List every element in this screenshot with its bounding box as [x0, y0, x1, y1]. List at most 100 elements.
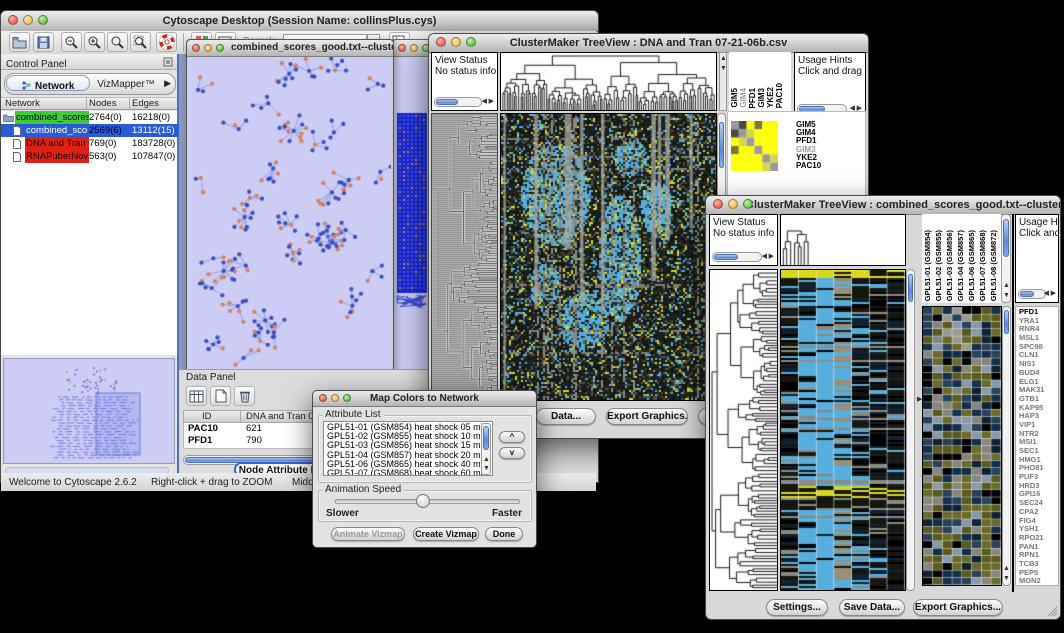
- close-icon[interactable]: [713, 199, 723, 209]
- tv2-status-scroll-thumb[interactable]: [714, 254, 738, 260]
- tv2-status-scrollbar[interactable]: [712, 252, 762, 262]
- tv2-zoom-vscrollbar[interactable]: ▲ ▼: [1002, 306, 1011, 586]
- treeview1-titlebar[interactable]: ClusterMaker TreeView : DNA and Tran 07-…: [429, 34, 868, 53]
- tv1-export-graphics-button[interactable]: Export Graphics...: [606, 408, 688, 425]
- tv2-collabel-vscroll-thumb[interactable]: [1003, 219, 1009, 257]
- zoom-out-button[interactable]: [61, 32, 82, 52]
- attribute-listbox[interactable]: GPL51-01 (GSM854) heat shock 05 minGPL51…: [323, 421, 493, 476]
- done-button[interactable]: Done: [485, 527, 523, 541]
- float-panel-icon[interactable]: [163, 57, 173, 67]
- attribute-list-vscrollbar[interactable]: ▲ ▼: [481, 423, 491, 475]
- delete-attribute-button[interactable]: [234, 386, 255, 406]
- tv2-column-dendrogram-canvas[interactable]: [781, 215, 905, 265]
- tab-network[interactable]: Network: [6, 75, 90, 91]
- zoom-window-icon[interactable]: [38, 15, 48, 25]
- tv1-splitter-strip[interactable]: ▲ ▼: [719, 52, 727, 111]
- tv1-status-scrollbar[interactable]: [434, 97, 482, 107]
- minimize-icon[interactable]: [728, 199, 738, 209]
- scroll-down-icon[interactable]: ▼: [483, 465, 490, 473]
- tv1-row-dendrogram[interactable]: [431, 113, 498, 401]
- close-icon[interactable]: [436, 37, 446, 47]
- scroll-left-icon[interactable]: ◀: [482, 98, 487, 106]
- network-list-empty-area[interactable]: [1, 165, 177, 355]
- network-row[interactable]: combined_scores2764(0)16218(0): [1, 111, 179, 124]
- tv2-zoom-heatmap[interactable]: [922, 306, 1002, 586]
- tv1-status-scroll-thumb[interactable]: [436, 99, 458, 105]
- tv2-export-graphics-button[interactable]: Export Graphics...: [913, 599, 1003, 616]
- scroll-down-icon[interactable]: ▼: [1003, 575, 1010, 583]
- scroll-up-icon[interactable]: ▲: [1003, 282, 1010, 290]
- tv1-heatmap-canvas[interactable]: [501, 114, 716, 400]
- scroll-right-icon[interactable]: ▶: [769, 253, 774, 261]
- scroll-left-icon[interactable]: ◀: [762, 253, 767, 261]
- zoom-window-icon[interactable]: [343, 394, 351, 402]
- minimize-icon[interactable]: [451, 37, 461, 47]
- tv2-save-data-button[interactable]: Save Data...: [839, 599, 905, 616]
- tab-vizmapper[interactable]: VizMapper™: [93, 75, 159, 91]
- zoom-selected-button[interactable]: [130, 32, 151, 52]
- attribute-select-button[interactable]: [186, 386, 207, 406]
- tv2-heatmap-vscrollbar[interactable]: [906, 269, 915, 591]
- move-down-button[interactable]: v: [499, 447, 525, 459]
- tv1-heatmap[interactable]: [500, 113, 717, 401]
- scroll-right-icon[interactable]: ▶: [1051, 290, 1056, 298]
- scroll-right-icon[interactable]: ▶: [489, 98, 494, 106]
- tv2-row-dendrogram-canvas[interactable]: [710, 270, 777, 590]
- close-icon[interactable]: [8, 15, 18, 25]
- new-attribute-button[interactable]: [210, 386, 231, 406]
- move-up-button[interactable]: ^: [499, 431, 525, 443]
- tv1-column-dendrogram-canvas[interactable]: [501, 53, 716, 110]
- network-row[interactable]: RNAPuberNov2+563(0)107847(0): [1, 150, 179, 163]
- tv2-settings-button[interactable]: Settings...: [766, 599, 828, 616]
- network-overview-panel[interactable]: [3, 358, 175, 464]
- tv2-usage-scrollbar[interactable]: [1018, 289, 1046, 299]
- minimize-icon[interactable]: [410, 44, 418, 52]
- close-icon[interactable]: [398, 44, 406, 52]
- attribute-list-vscroll-thumb[interactable]: [483, 426, 489, 450]
- network-overview-canvas[interactable]: [4, 359, 174, 463]
- tv2-column-dendrogram[interactable]: [780, 214, 906, 266]
- network-view-1-canvas[interactable]: [187, 57, 391, 379]
- tv2-collabel-vscrollbar[interactable]: ▲ ▼: [1001, 214, 1011, 303]
- network-row[interactable]: combined_sco2569(6)13112(15): [1, 124, 179, 137]
- zoom-window-icon[interactable]: [466, 37, 476, 47]
- tv1-similarity-matrix-canvas[interactable]: [731, 121, 778, 171]
- resize-grip-icon[interactable]: [1046, 605, 1058, 617]
- speed-slider-thumb[interactable]: [416, 494, 430, 508]
- tv1-heatmap-vscroll-thumb[interactable]: [719, 122, 724, 168]
- treeview2-titlebar[interactable]: ClusterMaker TreeView : combined_scores_…: [706, 196, 1060, 215]
- tv2-zoom-heatmap-canvas[interactable]: [923, 307, 1001, 585]
- zoom-in-button[interactable]: [84, 32, 105, 52]
- help-button[interactable]: [156, 32, 177, 52]
- dialog-titlebar[interactable]: Map Colors to Network: [313, 391, 536, 407]
- minimize-icon[interactable]: [331, 394, 339, 402]
- save-session-button[interactable]: [33, 32, 54, 52]
- tv1-column-dendrogram[interactable]: [500, 52, 717, 111]
- attribute-list-item[interactable]: GPL51-07 (GSM868) heat shock 60 min: [327, 469, 492, 476]
- create-vizmap-button[interactable]: Create Vizmap: [413, 527, 479, 541]
- tv2-zoom-vscroll-thumb[interactable]: [1004, 310, 1009, 334]
- minimize-icon[interactable]: [23, 15, 33, 25]
- animate-vizmap-button[interactable]: Animate Vizmap: [331, 527, 405, 541]
- close-icon[interactable]: [319, 394, 327, 402]
- network-row[interactable]: DNA and Tran 07769(0)183728(0): [1, 137, 179, 150]
- network1-titlebar[interactable]: combined_scores_good.txt--cluste...: [187, 40, 393, 57]
- tv1-save-data-button[interactable]: Data...: [536, 408, 596, 425]
- network-table-header[interactable]: Network Nodes Edges: [1, 97, 177, 110]
- minimize-icon[interactable]: [204, 44, 212, 52]
- zoom-window-icon[interactable]: [216, 44, 224, 52]
- collapse-up-icon[interactable]: ▲: [720, 55, 727, 63]
- open-session-button[interactable]: [9, 32, 30, 52]
- main-titlebar[interactable]: Cytoscape Desktop (Session Name: collins…: [1, 11, 598, 32]
- tab-overflow-arrow[interactable]: ▶: [164, 78, 171, 89]
- close-icon[interactable]: [192, 44, 200, 52]
- zoom-window-icon[interactable]: [743, 199, 753, 209]
- scroll-up-icon[interactable]: ▲: [1003, 565, 1010, 573]
- tv2-heatmap-vscroll-thumb[interactable]: [908, 274, 913, 302]
- scroll-down-icon[interactable]: ▼: [1003, 292, 1010, 300]
- tv2-heatmap-canvas[interactable]: [781, 270, 905, 590]
- tv2-heatmap[interactable]: [780, 269, 906, 591]
- scroll-left-icon[interactable]: ◀: [1044, 290, 1049, 298]
- zoom-fit-button[interactable]: [107, 32, 128, 52]
- tv2-usage-scroll-thumb[interactable]: [1020, 291, 1034, 297]
